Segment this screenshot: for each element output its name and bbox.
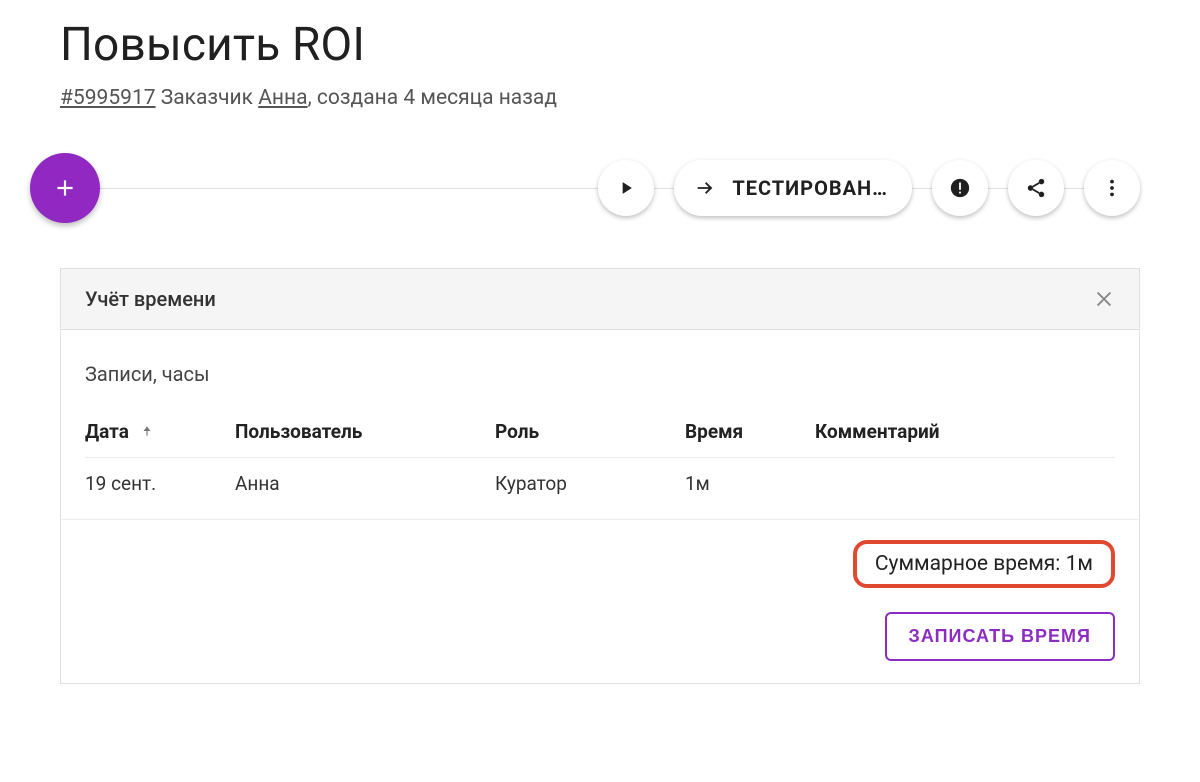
col-date-label: Дата [85, 420, 129, 443]
alert-icon [949, 177, 971, 199]
panel-header: Учёт времени [61, 269, 1139, 330]
close-icon [1093, 288, 1115, 310]
client-name-link[interactable]: Анна [258, 86, 307, 110]
alert-button[interactable] [932, 160, 988, 216]
table-row: 19 сент. Анна Куратор 1м [85, 458, 1115, 510]
col-comment-header[interactable]: Комментарий [815, 406, 1115, 458]
status-button[interactable]: ТЕСТИРОВАН… [674, 160, 912, 216]
more-vertical-icon [1101, 177, 1123, 199]
sort-asc-icon [140, 420, 154, 443]
play-icon [616, 178, 636, 198]
cell-date: 19 сент. [85, 458, 235, 510]
cell-role: Куратор [495, 458, 685, 510]
plus-icon [52, 175, 78, 201]
panel-title: Учёт времени [85, 287, 216, 311]
total-time-badge: Суммарное время: 1м [853, 540, 1115, 588]
arrow-right-icon [694, 177, 716, 199]
created-suffix: , создана 4 месяца назад [308, 86, 557, 110]
cell-user: Анна [235, 458, 495, 510]
panel-footer: Суммарное время: 1м [61, 519, 1139, 608]
total-label: Суммарное время: [875, 552, 1061, 576]
total-value: 1м [1066, 552, 1093, 576]
status-label: ТЕСТИРОВАН… [732, 176, 888, 200]
page-title: Повысить ROI [60, 18, 1140, 72]
time-tracking-panel: Учёт времени Записи, часы Дата [60, 268, 1140, 684]
cell-comment [815, 458, 1115, 510]
add-button[interactable] [30, 153, 100, 223]
col-role-header[interactable]: Роль [495, 406, 685, 458]
record-time-button[interactable]: ЗАПИСАТЬ ВРЕМЯ [885, 612, 1115, 661]
play-button[interactable] [598, 160, 654, 216]
share-button[interactable] [1008, 160, 1064, 216]
col-date-header[interactable]: Дата [85, 406, 235, 458]
col-time-header[interactable]: Время [685, 406, 815, 458]
page-subtitle: #5995917 Заказчик Анна, создана 4 месяца… [60, 86, 1140, 110]
more-button[interactable] [1084, 160, 1140, 216]
toolbar: ТЕСТИРОВАН… [60, 158, 1140, 218]
share-icon [1025, 177, 1047, 199]
section-title: Записи, часы [85, 362, 1115, 386]
time-table: Дата Пользователь Роль Время Комментарий [85, 406, 1115, 509]
client-prefix: Заказчик [161, 86, 253, 110]
col-user-header[interactable]: Пользователь [235, 406, 495, 458]
close-panel-button[interactable] [1093, 288, 1115, 310]
ticket-id-link[interactable]: #5995917 [60, 86, 156, 110]
cell-time: 1м [685, 458, 815, 510]
